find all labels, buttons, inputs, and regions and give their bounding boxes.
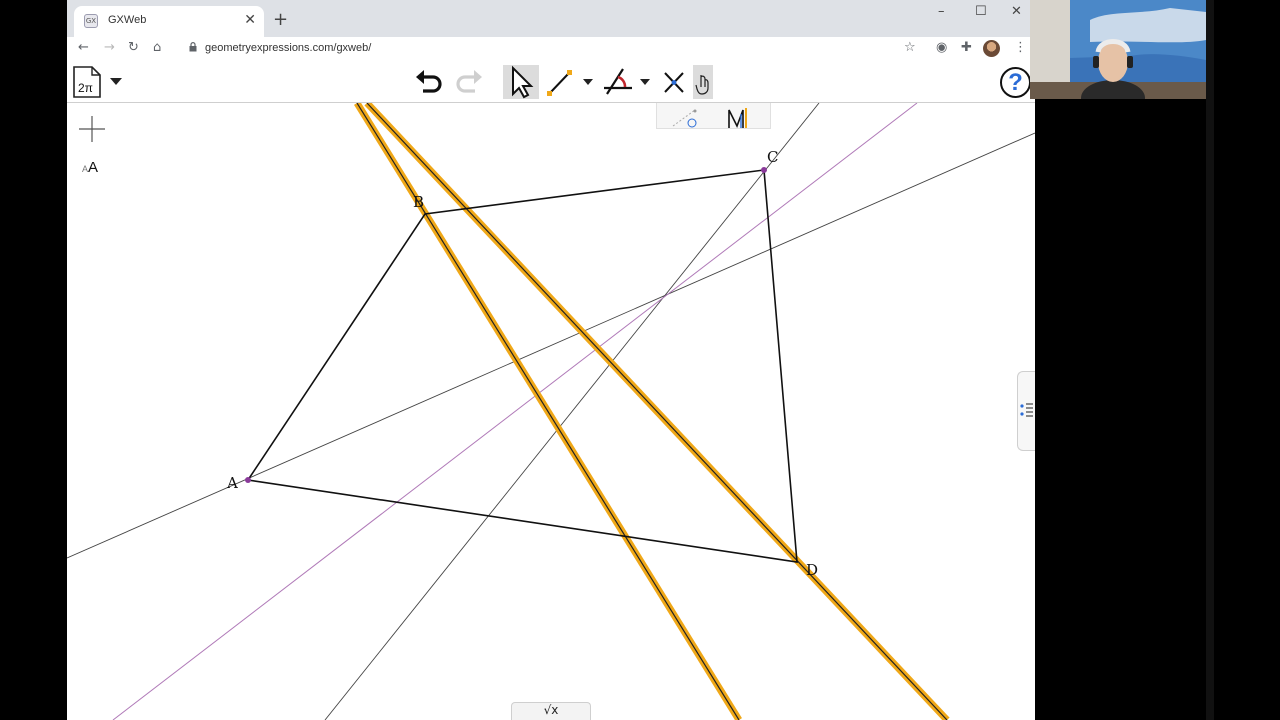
redo-icon[interactable] (451, 65, 485, 99)
screen: GX GXWeb ✕ + – ☐ ✕ ← → ↻ ⌂ geometryexpre… (0, 0, 1280, 720)
tab-gxweb[interactable]: GX GXWeb ✕ (74, 6, 264, 37)
side-panel-toggle[interactable] (1017, 371, 1035, 451)
angle-tool-caret-icon[interactable] (640, 79, 650, 85)
browser-window: GX GXWeb ✕ + – ☐ ✕ ← → ↻ ⌂ geometryexpre… (67, 0, 1035, 720)
document-icon[interactable]: 2π (72, 66, 102, 98)
reload-icon[interactable]: ↻ (128, 40, 139, 55)
window-close-icon[interactable]: ✕ (1011, 4, 1022, 19)
star-icon[interactable]: ☆ (904, 40, 916, 55)
minimize-icon[interactable]: – (938, 4, 945, 19)
tab-title: GXWeb (108, 14, 147, 26)
drawing-area: A B C D (67, 103, 1035, 720)
point-label-c: C (767, 148, 778, 166)
hand-cursor-icon[interactable] (693, 65, 713, 99)
avatar[interactable] (983, 40, 1000, 57)
text-size-icon[interactable]: AA (82, 159, 112, 177)
presenter-video (1030, 0, 1206, 99)
document-menu-caret-icon[interactable] (110, 78, 122, 85)
formula-panel-toggle[interactable]: √x (511, 702, 591, 720)
menu-dots-icon[interactable]: ⋮ (1014, 40, 1027, 55)
locus-tool-icon[interactable] (671, 106, 701, 128)
home-icon[interactable]: ⌂ (153, 40, 161, 55)
angle-tool-icon[interactable] (601, 65, 635, 99)
bisector-line[interactable] (112, 103, 918, 720)
url-text: geometryexpressions.com/gxweb/ (205, 42, 372, 54)
point-label-b: B (413, 193, 424, 211)
geometry-canvas[interactable]: A B C D AA √x (67, 103, 1035, 720)
screen-edge-strip (1206, 0, 1214, 720)
webcam-feed (1030, 0, 1206, 99)
construction-line[interactable] (67, 132, 1035, 559)
forward-arrow-icon[interactable]: → (104, 40, 115, 55)
favicon-icon: GX (84, 14, 98, 28)
help-button[interactable]: ? (1000, 67, 1031, 98)
select-arrow-icon[interactable] (503, 65, 539, 99)
doc-label: 2π (78, 81, 93, 95)
point-label-d: D (806, 561, 818, 579)
new-tab-icon[interactable]: + (273, 9, 288, 30)
app-toolbar: 2π ? (67, 62, 1035, 103)
text-size-big-label: A (88, 159, 99, 176)
tab-strip: GX GXWeb ✕ + – ☐ ✕ (67, 0, 1035, 37)
undo-icon[interactable] (413, 65, 447, 99)
point-c[interactable] (761, 167, 767, 173)
navigation-bar: ← → ↻ ⌂ geometryexpressions.com/gxweb/ ☆… (67, 37, 1035, 62)
puzzle-icon[interactable]: ✚ (961, 40, 972, 55)
highlighted-line[interactable] (364, 103, 950, 720)
segment-tool-icon[interactable] (545, 65, 575, 99)
point-a[interactable] (245, 477, 251, 483)
maximize-icon[interactable]: ☐ (975, 4, 987, 19)
address-bar[interactable]: geometryexpressions.com/gxweb/ (175, 38, 935, 60)
list-icon (1020, 403, 1033, 417)
extension-icon[interactable]: ◉ (936, 40, 947, 55)
function-tool-icon[interactable] (727, 106, 757, 128)
point-label-a: A (226, 474, 238, 492)
back-arrow-icon[interactable]: ← (78, 40, 89, 55)
lock-icon (189, 42, 197, 52)
tab-close-icon[interactable]: ✕ (244, 12, 256, 28)
segment-tool-caret-icon[interactable] (583, 79, 593, 85)
add-icon[interactable] (78, 115, 106, 143)
tool-subpalette (656, 103, 771, 129)
intersection-tool-icon[interactable] (659, 65, 689, 99)
